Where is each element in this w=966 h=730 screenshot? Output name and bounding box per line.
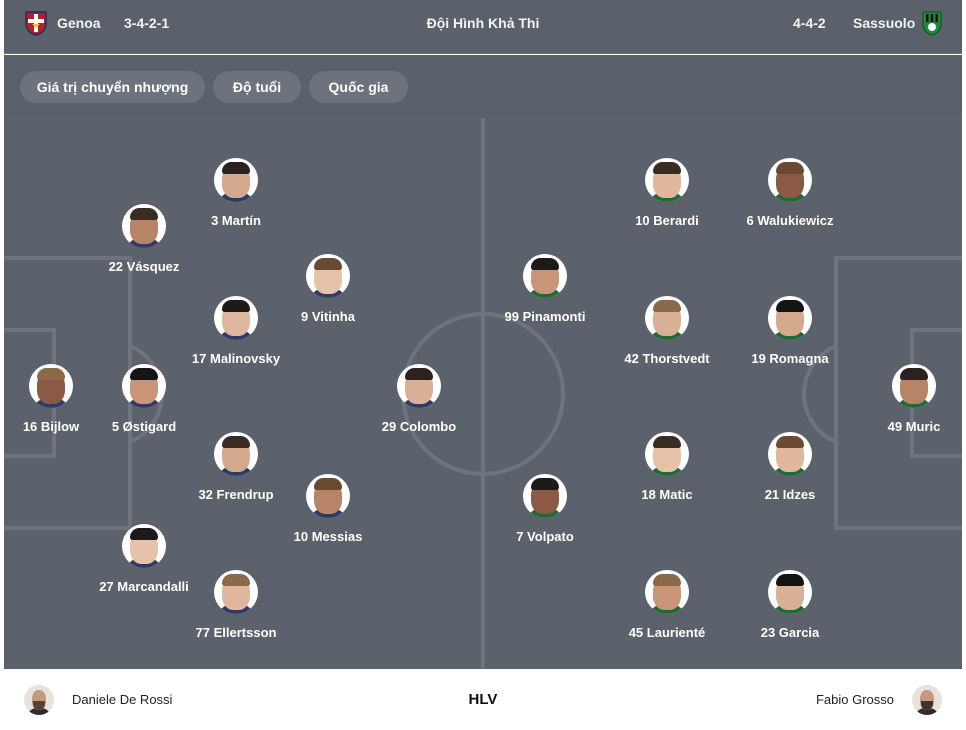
home-player[interactable]: 29 Colombo <box>349 364 489 435</box>
home-player[interactable]: 22 Vásquez <box>74 204 214 275</box>
home-player[interactable]: 5 Østigard <box>74 364 214 435</box>
player-name: 23 Garcia <box>760 625 820 640</box>
player-name: 22 Vásquez <box>108 259 180 274</box>
tab-country[interactable]: Quốc gia <box>309 71 408 103</box>
player-avatar <box>306 474 350 518</box>
player-avatar <box>214 570 258 614</box>
player-avatar <box>645 432 689 476</box>
player-avatar <box>768 570 812 614</box>
away-formation: 4-4-2 <box>793 15 826 31</box>
away-player[interactable]: 49 Muric <box>844 364 962 435</box>
player-name: 49 Muric <box>887 419 941 434</box>
player-name: 21 Idzes <box>764 487 816 502</box>
player-avatar <box>768 158 812 202</box>
player-avatar <box>523 254 567 298</box>
home-player[interactable]: 17 Malinovsky <box>166 296 306 367</box>
player-avatar <box>122 364 166 408</box>
player-name: 10 Berardi <box>635 213 699 228</box>
away-coach-name: Fabio Grosso <box>815 692 894 707</box>
away-player[interactable]: 23 Garcia <box>720 570 860 641</box>
player-avatar <box>214 296 258 340</box>
player-avatar <box>645 570 689 614</box>
home-coach-name: Daniele De Rossi <box>72 692 173 707</box>
player-avatar <box>122 204 166 248</box>
away-player[interactable]: 99 Pinamonti <box>475 254 615 325</box>
pitch: 3 Martín 22 Vásquez 9 Vitinha 17 Malinovsky… <box>4 118 962 669</box>
player-avatar <box>768 296 812 340</box>
player-name: 6 Walukiewicz <box>746 213 834 228</box>
player-avatar <box>214 158 258 202</box>
player-name: 19 Romagna <box>751 351 829 366</box>
player-avatar <box>768 432 812 476</box>
player-avatar <box>892 364 936 408</box>
filter-bar: Giá trị chuyển nhượng Độ tuổi Quốc gia <box>4 55 962 118</box>
player-name: 10 Messias <box>293 529 363 544</box>
player-name: 29 Colombo <box>381 419 457 434</box>
away-player[interactable]: 21 Idzes <box>720 432 860 503</box>
player-name: 7 Volpato <box>516 529 574 544</box>
player-avatar <box>523 474 567 518</box>
away-player[interactable]: 42 Thorstvedt <box>597 296 737 367</box>
away-player[interactable]: 7 Volpato <box>475 474 615 545</box>
away-player[interactable]: 45 Laurienté <box>597 570 737 641</box>
home-player[interactable]: 77 Ellertsson <box>166 570 306 641</box>
sassuolo-crest-icon[interactable] <box>920 10 944 36</box>
lineup-header: Genoa 3-4-2-1 Đội Hình Khả Thi 4-4-2 Sas… <box>4 0 962 54</box>
player-avatar <box>306 254 350 298</box>
away-coach[interactable]: Fabio Grosso <box>816 669 942 730</box>
coach-bar: HLV Daniele De Rossi Fabio Grosso <box>4 669 962 730</box>
player-name: 42 Thorstvedt <box>624 351 710 366</box>
away-player[interactable]: 10 Berardi <box>597 158 737 229</box>
player-avatar <box>122 524 166 568</box>
player-avatar <box>29 364 73 408</box>
away-player[interactable]: 19 Romagna <box>720 296 860 367</box>
away-coach-avatar <box>912 684 942 715</box>
home-coach[interactable]: Daniele De Rossi <box>24 669 172 730</box>
home-player[interactable]: 10 Messias <box>258 474 398 545</box>
player-avatar <box>645 296 689 340</box>
tab-transfer-value[interactable]: Giá trị chuyển nhượng <box>20 71 205 103</box>
player-avatar <box>397 364 441 408</box>
tab-age[interactable]: Độ tuổi <box>213 71 301 103</box>
player-name: 77 Ellertsson <box>195 625 277 640</box>
home-coach-avatar <box>24 684 54 715</box>
away-team-name[interactable]: Sassuolo <box>853 0 915 46</box>
player-avatar <box>214 432 258 476</box>
lineup-widget: Genoa 3-4-2-1 Đội Hình Khả Thi 4-4-2 Sas… <box>4 0 962 730</box>
away-player[interactable]: 6 Walukiewicz <box>720 158 860 229</box>
player-avatar <box>645 158 689 202</box>
player-name: 18 Matic <box>641 487 693 502</box>
player-name: 99 Pinamonti <box>504 309 586 324</box>
player-name: 45 Laurienté <box>628 625 706 640</box>
away-player[interactable]: 18 Matic <box>597 432 737 503</box>
